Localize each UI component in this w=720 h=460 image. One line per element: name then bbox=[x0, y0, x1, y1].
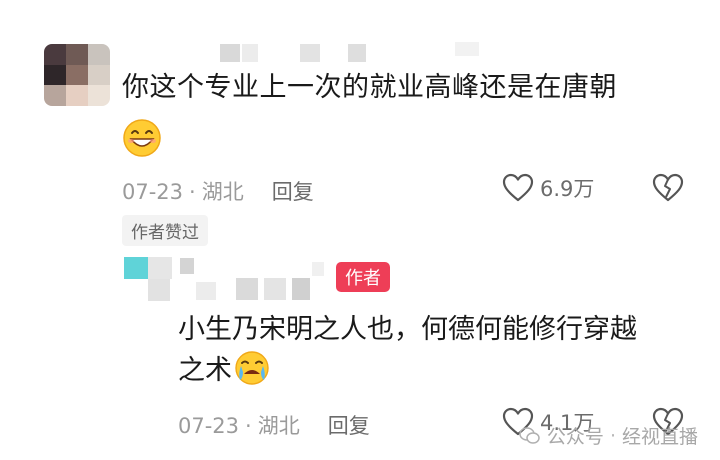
author-badge: 作者 bbox=[336, 262, 390, 292]
heart-icon bbox=[502, 173, 534, 202]
watermark-separator: · bbox=[609, 424, 616, 447]
reply-text: 小生乃宋明之人也，何德何能修行穿越 之术 bbox=[178, 310, 718, 391]
reply-date: 07-23 bbox=[178, 414, 240, 438]
crying-face-emoji bbox=[235, 351, 269, 385]
reply-meta: 07-23 · 湖北 回复 bbox=[178, 410, 370, 440]
comment-location: 湖北 bbox=[201, 180, 244, 204]
reply-reply-button[interactable]: 回复 bbox=[328, 414, 370, 438]
meta-separator: · bbox=[245, 414, 252, 438]
watermark: 公众号 · 经视直播 bbox=[519, 422, 698, 449]
watermark-source: 公众号 bbox=[546, 426, 604, 448]
comment-date: 07-23 bbox=[122, 180, 184, 204]
reply-text-line-2-wrap: 之术 bbox=[178, 350, 718, 391]
comment-meta: 07-23 · 湖北 回复 bbox=[122, 176, 314, 206]
wechat-icon bbox=[519, 426, 540, 444]
author-liked-tag: 作者赞过 bbox=[122, 215, 208, 246]
comment-text: 你这个专业上一次的就业高峰还是在唐朝 bbox=[122, 72, 617, 103]
commenter-username-redacted[interactable] bbox=[220, 44, 370, 62]
author-avatar[interactable] bbox=[124, 255, 172, 303]
watermark-name: 经视直播 bbox=[621, 426, 698, 448]
reply-location: 湖北 bbox=[257, 414, 300, 438]
reply-text-line-1: 小生乃宋明之人也，何德何能修行穿越 bbox=[178, 314, 637, 345]
grinning-face-emoji bbox=[123, 119, 161, 157]
commenter-avatar[interactable] bbox=[44, 44, 110, 106]
author-username-redacted[interactable] bbox=[180, 258, 330, 304]
like-button[interactable]: 6.9万 bbox=[502, 173, 594, 203]
dislike-broken-heart-icon[interactable] bbox=[652, 173, 684, 203]
reply-text-line-2: 之术 bbox=[178, 355, 232, 386]
like-count: 6.9万 bbox=[540, 177, 595, 201]
meta-separator: · bbox=[189, 180, 196, 204]
redacted-mark bbox=[455, 42, 479, 56]
reply-button[interactable]: 回复 bbox=[272, 180, 314, 204]
